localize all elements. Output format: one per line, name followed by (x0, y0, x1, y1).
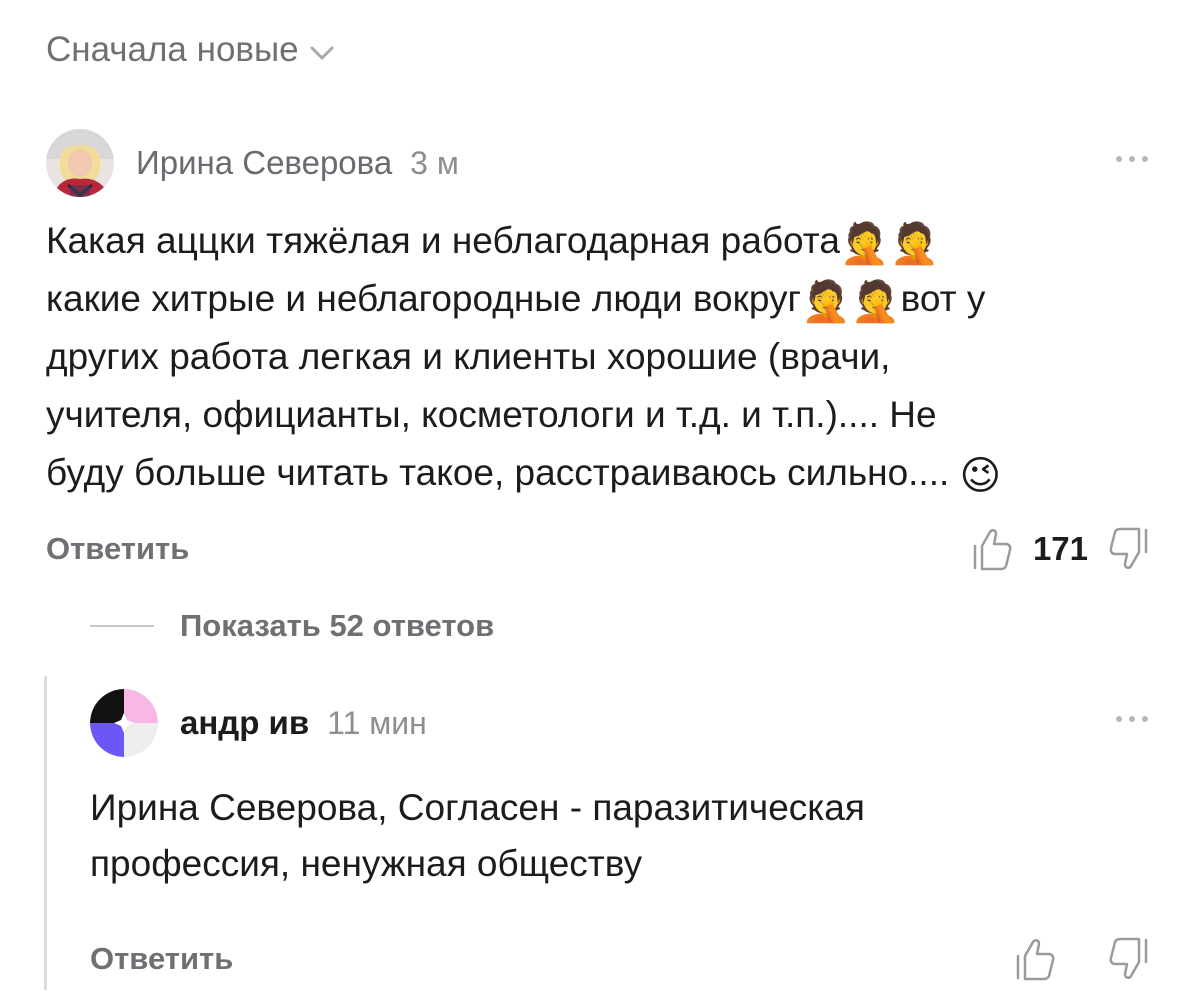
comment: Ирина Северова 3 м Какая аццки тяжёлая и… (46, 128, 1150, 576)
comment-actions: Ответить (90, 932, 1150, 986)
facepalm-emoji: 🤦🤦 (800, 280, 901, 324)
thread-line (44, 676, 47, 990)
comment-time: 11 мин (327, 704, 427, 741)
comment-author[interactable]: Ирина Северова (136, 144, 392, 182)
wink-emoji: 😉 (959, 454, 1002, 498)
more-icon[interactable] (1114, 150, 1150, 168)
comment-text: Ирина Северова, Согласен - паразитическа… (90, 787, 865, 884)
thumbs-up-icon[interactable] (971, 526, 1013, 572)
divider-line (90, 625, 154, 627)
reply-button[interactable]: Ответить (90, 941, 233, 977)
thumbs-down-icon[interactable] (1108, 526, 1150, 572)
reply-comment: андр ив 11 мин Ирина Северова, Согласен … (90, 688, 1150, 986)
avatar-graphic (90, 689, 158, 757)
comment-text: Какая аццки тяжёлая и неблагодарная рабо… (46, 212, 1150, 502)
comment-actions: Ответить 171 (46, 522, 1150, 576)
comment-text-part: Какая аццки тяжёлая и неблагодарная рабо… (46, 220, 840, 261)
thumbs-down-icon[interactable] (1108, 936, 1150, 982)
avatar[interactable] (46, 129, 114, 197)
like-count: 171 (1032, 530, 1088, 567)
vote-controls (1014, 932, 1150, 986)
thumbs-up-icon[interactable] (1014, 936, 1056, 982)
comment-time: 3 м (410, 144, 459, 181)
sort-dropdown[interactable]: Сначала новые (46, 30, 335, 70)
more-icon[interactable] (1114, 710, 1150, 728)
show-replies-label: Показать 52 ответов (180, 608, 495, 643)
avatar[interactable] (90, 689, 158, 757)
show-replies-button[interactable]: Показать 52 ответов (90, 608, 494, 644)
facepalm-emoji: 🤦🤦 (839, 222, 940, 266)
vote-controls: 171 (971, 522, 1150, 576)
comment-text-part: какие хитрые и неблагородные люди вокруг (46, 278, 801, 319)
reply-button[interactable]: Ответить (46, 531, 189, 567)
comment-author[interactable]: андр ив (180, 704, 309, 742)
comment-header: андр ив 11 мин (90, 688, 1150, 758)
avatar-photo (46, 129, 114, 197)
comment-header: Ирина Северова 3 м (46, 128, 1150, 198)
sort-label: Сначала новые (46, 30, 299, 69)
chevron-down-icon (310, 46, 334, 60)
